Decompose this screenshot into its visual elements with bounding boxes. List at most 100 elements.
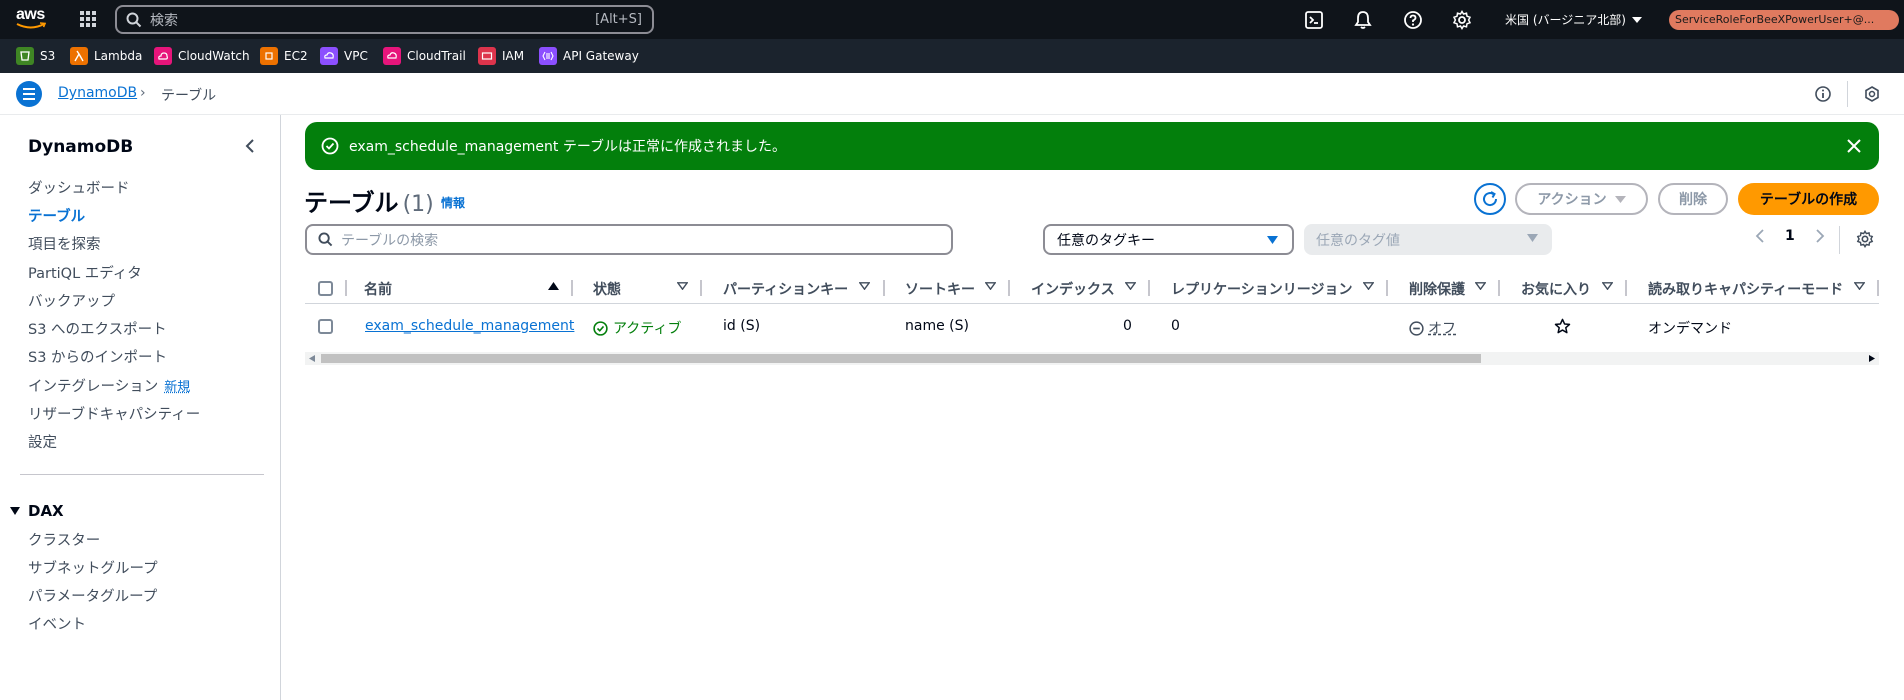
sidebar-item-integrations[interactable]: インテグレーション 新規 <box>28 375 190 396</box>
delete-button[interactable]: 削除 <box>1658 183 1728 215</box>
sort-icon[interactable] <box>1854 282 1865 290</box>
column-separator <box>700 280 702 296</box>
notifications-bell-icon[interactable] <box>1353 10 1373 30</box>
sort-icon[interactable] <box>859 282 870 290</box>
close-icon[interactable] <box>1845 137 1863 155</box>
sidebar-item-partiql-editor[interactable]: PartiQL エディタ <box>28 262 142 283</box>
next-page-icon[interactable] <box>1815 229 1825 243</box>
breadcrumb-current: テーブル <box>161 88 217 104</box>
sort-icon[interactable] <box>985 282 996 290</box>
sidebar-title[interactable]: DynamoDB <box>28 137 133 157</box>
flash-message: exam_schedule_management テーブルは正常に作成されました… <box>349 139 787 155</box>
sort-icon[interactable] <box>1125 282 1136 290</box>
sidebar-item-events[interactable]: イベント <box>28 613 86 634</box>
column-header-indexes[interactable]: インデックス <box>1031 279 1115 299</box>
tools-panel-icon[interactable] <box>1864 86 1880 102</box>
success-check-icon <box>321 137 339 155</box>
preferences-gear-icon[interactable] <box>1856 230 1874 248</box>
column-header-name[interactable]: 名前 <box>364 279 392 299</box>
column-header-partition-key[interactable]: パーティションキー <box>723 279 848 299</box>
aws-logo[interactable]: aws <box>16 7 50 32</box>
sidebar-item-tables[interactable]: テーブル <box>28 205 85 226</box>
select-all-checkbox[interactable] <box>318 281 333 296</box>
settings-gear-icon[interactable] <box>1452 10 1472 30</box>
column-separator <box>1386 280 1388 296</box>
caret-down-icon <box>10 507 20 515</box>
column-header-deletion-protection[interactable]: 削除保護 <box>1409 279 1465 299</box>
iam-icon <box>478 47 496 65</box>
create-table-button[interactable]: テーブルの作成 <box>1738 183 1879 215</box>
sidebar-item-dashboard[interactable]: ダッシュボード <box>28 177 130 198</box>
sidebar-item-reserved-capacity[interactable]: リザーブドキャパシティー <box>28 403 200 424</box>
help-icon[interactable] <box>1403 10 1423 30</box>
sidebar-item-explore-items[interactable]: 項目を探索 <box>28 233 101 254</box>
previous-page-icon[interactable] <box>1755 229 1765 243</box>
service-shortcut-s3[interactable]: S3 <box>16 47 55 65</box>
sort-icon[interactable] <box>1475 282 1486 290</box>
actions-button[interactable]: アクション <box>1515 183 1648 215</box>
s3-icon <box>16 47 34 65</box>
scroll-right-icon[interactable] <box>1869 355 1875 362</box>
pagination: 1 <box>1755 228 1825 244</box>
sidebar-item-subnet-groups[interactable]: サブネットグループ <box>28 557 158 578</box>
dax-section-toggle[interactable]: DAX <box>10 502 64 520</box>
current-page[interactable]: 1 <box>1785 228 1795 244</box>
sort-ascending-icon[interactable] <box>548 282 559 290</box>
column-header-read-capacity-mode[interactable]: 読み取りキャパシティーモード <box>1648 279 1843 299</box>
sidebar-item-backups[interactable]: バックアップ <box>28 290 115 311</box>
table-name-link[interactable]: exam_schedule_management <box>365 318 574 334</box>
sidebar-item-dax-clusters[interactable]: クラスター <box>28 529 100 550</box>
tag-key-select[interactable]: 任意のタグキー <box>1043 224 1294 255</box>
ec2-icon <box>260 47 278 65</box>
account-role-menu[interactable]: ServiceRoleForBeeXPowerUser+@... <box>1669 10 1899 30</box>
column-separator <box>1148 280 1150 296</box>
column-header-status[interactable]: 状態 <box>593 279 621 299</box>
refresh-button[interactable] <box>1474 183 1506 215</box>
service-label: S3 <box>40 49 56 63</box>
column-separator <box>345 280 347 296</box>
caret-down-icon <box>1527 234 1538 242</box>
column-header-favorites[interactable]: お気に入り <box>1521 279 1591 299</box>
tag-value-placeholder: 任意のタグ値 <box>1316 232 1400 249</box>
favorite-star-icon[interactable] <box>1554 318 1571 335</box>
service-shortcut-cloudwatch[interactable]: CloudWatch <box>154 47 250 65</box>
sidebar-item-export-to-s3[interactable]: S3 へのエクスポート <box>28 318 167 339</box>
collapse-sidebar-icon[interactable] <box>243 138 259 154</box>
row-select-checkbox[interactable] <box>318 319 333 334</box>
scroll-left-icon[interactable] <box>309 355 315 362</box>
tag-value-select[interactable]: 任意のタグ値 <box>1304 224 1552 255</box>
service-shortcut-ec2[interactable]: EC2 <box>260 47 308 65</box>
service-shortcut-cloudtrail[interactable]: CloudTrail <box>383 47 466 65</box>
sidebar-item-settings[interactable]: 設定 <box>28 431 57 452</box>
table-search-input[interactable]: テーブルの検索 <box>305 224 953 255</box>
horizontal-scrollbar[interactable] <box>305 352 1879 365</box>
side-navigation-toggle[interactable] <box>16 81 42 107</box>
services-grid-icon[interactable] <box>79 10 97 28</box>
info-panel-icon[interactable] <box>1815 86 1831 102</box>
column-header-replication-regions[interactable]: レプリケーションリージョン <box>1171 279 1352 299</box>
scrollbar-thumb[interactable] <box>321 354 1481 363</box>
sort-icon[interactable] <box>677 282 688 290</box>
sidebar-item-import-from-s3[interactable]: S3 からのインポート <box>28 346 167 367</box>
favorites-bar: S3 Lambda CloudWatch EC2 VPC CloudTrail <box>0 39 1904 73</box>
sidebar-item-parameter-groups[interactable]: パラメータグループ <box>28 585 157 606</box>
service-shortcut-iam[interactable]: IAM <box>478 47 524 65</box>
breadcrumb-dynamodb[interactable]: DynamoDB <box>58 85 137 101</box>
aws-smile-icon <box>16 22 46 29</box>
service-shortcut-vpc[interactable]: VPC <box>320 47 368 65</box>
sort-icon[interactable] <box>1363 282 1374 290</box>
status-badge: アクティブ <box>593 318 681 338</box>
region-selector[interactable]: 米国 (バージニア北部) <box>1505 11 1642 28</box>
search-icon <box>318 232 333 247</box>
column-separator <box>571 280 573 296</box>
sort-icon[interactable] <box>1602 282 1613 290</box>
deletion-protection-status[interactable]: オフ <box>1409 318 1456 338</box>
partition-key-value: id (S) <box>723 318 761 334</box>
info-link[interactable]: 情報 <box>441 194 465 211</box>
global-search-input[interactable]: 検索 [Alt+S] <box>115 5 654 34</box>
service-label: CloudWatch <box>178 49 250 63</box>
cloudshell-icon[interactable] <box>1304 10 1324 30</box>
column-header-sort-key[interactable]: ソートキー <box>905 279 975 299</box>
service-shortcut-api-gateway[interactable]: API Gateway <box>539 47 639 65</box>
service-shortcut-lambda[interactable]: Lambda <box>70 47 142 65</box>
